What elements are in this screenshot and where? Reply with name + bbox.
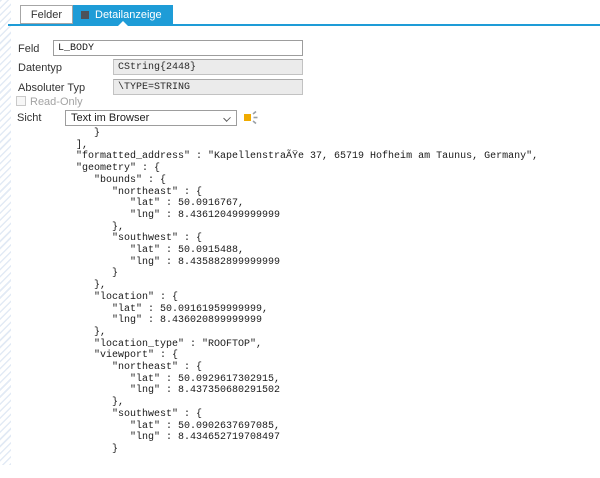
sicht-label: Sicht — [17, 112, 42, 124]
sicht-dropdown[interactable]: Text im Browser — [65, 110, 237, 126]
tab-underline — [8, 24, 600, 26]
orange-share-icon — [244, 110, 258, 125]
sicht-dropdown-value: Text im Browser — [71, 112, 150, 124]
datentyp-field: CString{2448} — [113, 59, 303, 75]
absoluter-typ-label: Absoluter Typ — [18, 82, 86, 94]
tab-felder-label: Felder — [30, 8, 63, 21]
detail-display-panel: Felder Detailanzeige Feld L_BODY Datenty… — [0, 0, 600, 478]
value-help-button[interactable] — [243, 110, 259, 126]
read-only-checkbox — [16, 96, 26, 106]
absoluter-typ-field: \TYPE=STRING — [113, 79, 303, 95]
square-icon — [81, 10, 89, 19]
feld-label: Feld — [18, 43, 40, 55]
left-stripe-decoration — [0, 0, 11, 465]
json-text-viewer: } ], "formatted_address" : "Kapellenstra… — [76, 128, 539, 455]
tab-strip: Felder Detailanzeige — [0, 0, 600, 26]
read-only-label: Read-Only — [30, 96, 83, 108]
datentyp-label: Datentyp — [18, 62, 63, 74]
chevron-down-icon — [223, 114, 231, 122]
feld-input[interactable]: L_BODY — [53, 40, 303, 56]
tab-felder[interactable]: Felder — [20, 5, 73, 24]
